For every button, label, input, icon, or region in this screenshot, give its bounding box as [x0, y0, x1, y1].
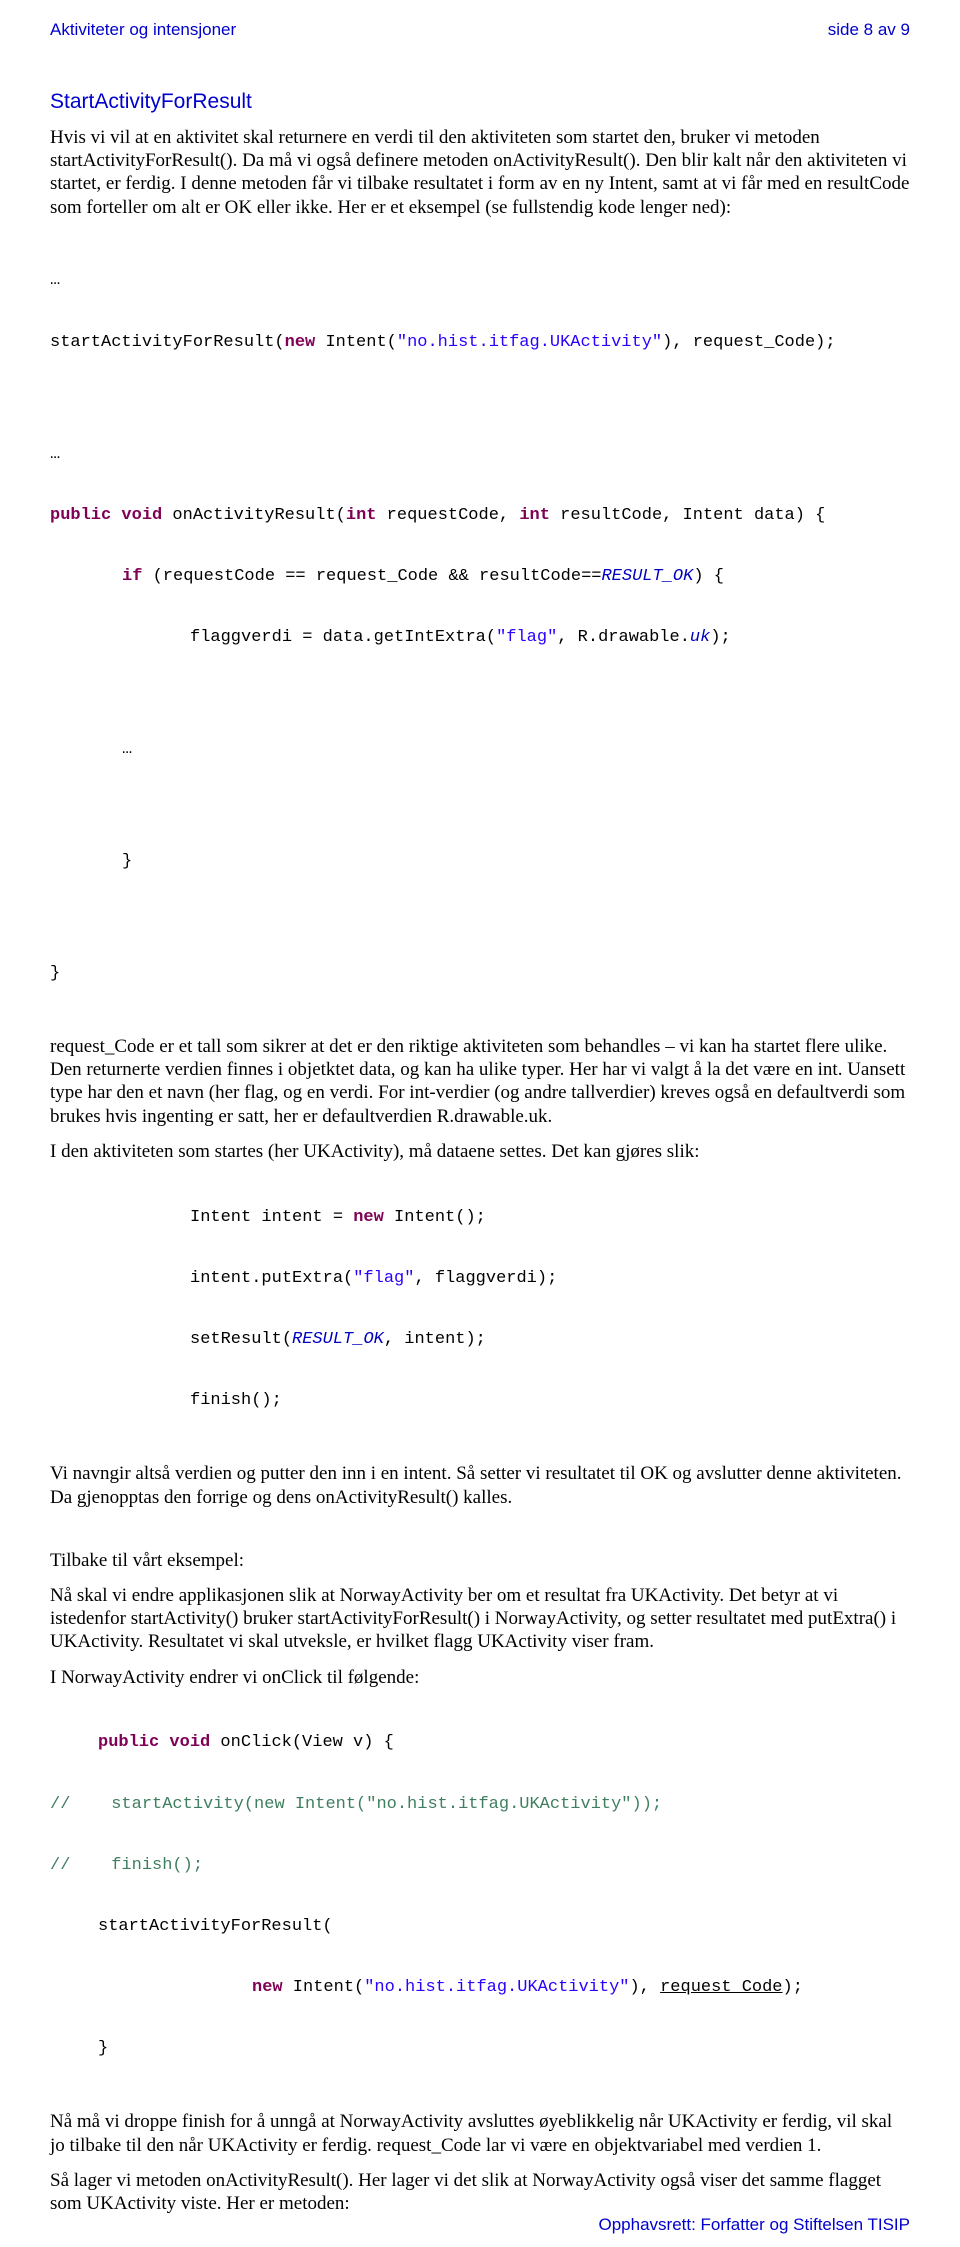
- code-line: …: [50, 740, 910, 760]
- code-line: startActivityForResult(: [50, 1917, 910, 1937]
- code-line: if (requestCode == request_Code && resul…: [50, 567, 910, 587]
- code-block-3: public void onClick(View v) { // startAc…: [50, 1693, 910, 2101]
- code-line: public void onActivityResult(int request…: [50, 506, 910, 526]
- paragraph-make-method: Så lager vi metoden onActivityResult(). …: [50, 2169, 910, 2215]
- section-title: StartActivityForResult: [50, 90, 910, 114]
- paragraph-intro: Hvis vi vil at en aktivitet skal returne…: [50, 126, 910, 219]
- code-line: Intent intent = new Intent();: [50, 1208, 910, 1228]
- code-line: intent.putExtra("flag", flaggverdi);: [50, 1269, 910, 1289]
- code-line: finish();: [50, 1391, 910, 1411]
- code-block-2: Intent intent = new Intent(); intent.put…: [50, 1167, 910, 1452]
- code-line: …: [50, 445, 910, 465]
- code-line: public void onClick(View v) {: [50, 1733, 910, 1753]
- paragraph-request-code: request_Code er et tall som sikrer at de…: [50, 1035, 910, 1128]
- page-footer: Opphavsrett: Forfatter og Stiftelsen TIS…: [599, 2215, 911, 2235]
- header-left: Aktiviteter og intensjoner: [50, 20, 236, 40]
- page-header: Aktiviteter og intensjoner side 8 av 9: [50, 20, 910, 40]
- code-line: }: [50, 2039, 910, 2059]
- paragraph-onclick-change: I NorwayActivity endrer vi onClick til f…: [50, 1666, 910, 1689]
- code-line: // finish();: [50, 1856, 910, 1876]
- code-line: startActivityForResult(new Intent("no.hi…: [50, 333, 910, 353]
- paragraph-naming: Vi navngir altså verdien og putter den i…: [50, 1462, 910, 1508]
- code-line: new Intent("no.hist.itfag.UKActivity"), …: [50, 1978, 910, 1998]
- code-line: setResult(RESULT_OK, intent);: [50, 1330, 910, 1350]
- paragraph-drop-finish: Nå må vi droppe finish for å unngå at No…: [50, 2110, 910, 2156]
- code-line: …: [50, 271, 910, 291]
- code-line: // startActivity(new Intent("no.hist.itf…: [50, 1795, 910, 1815]
- code-line: }: [50, 852, 910, 872]
- code-line: flaggverdi = data.getIntExtra("flag", R.…: [50, 628, 910, 648]
- code-line: }: [50, 964, 910, 984]
- header-right: side 8 av 9: [828, 20, 910, 40]
- paragraph-change-app: Nå skal vi endre applikasjonen slik at N…: [50, 1584, 910, 1654]
- code-block-1: … startActivityForResult(new Intent("no.…: [50, 231, 910, 1025]
- paragraph-uk-activity: I den aktiviteten som startes (her UKAct…: [50, 1140, 910, 1163]
- paragraph-back-to-example: Tilbake til vårt eksempel:: [50, 1549, 910, 1572]
